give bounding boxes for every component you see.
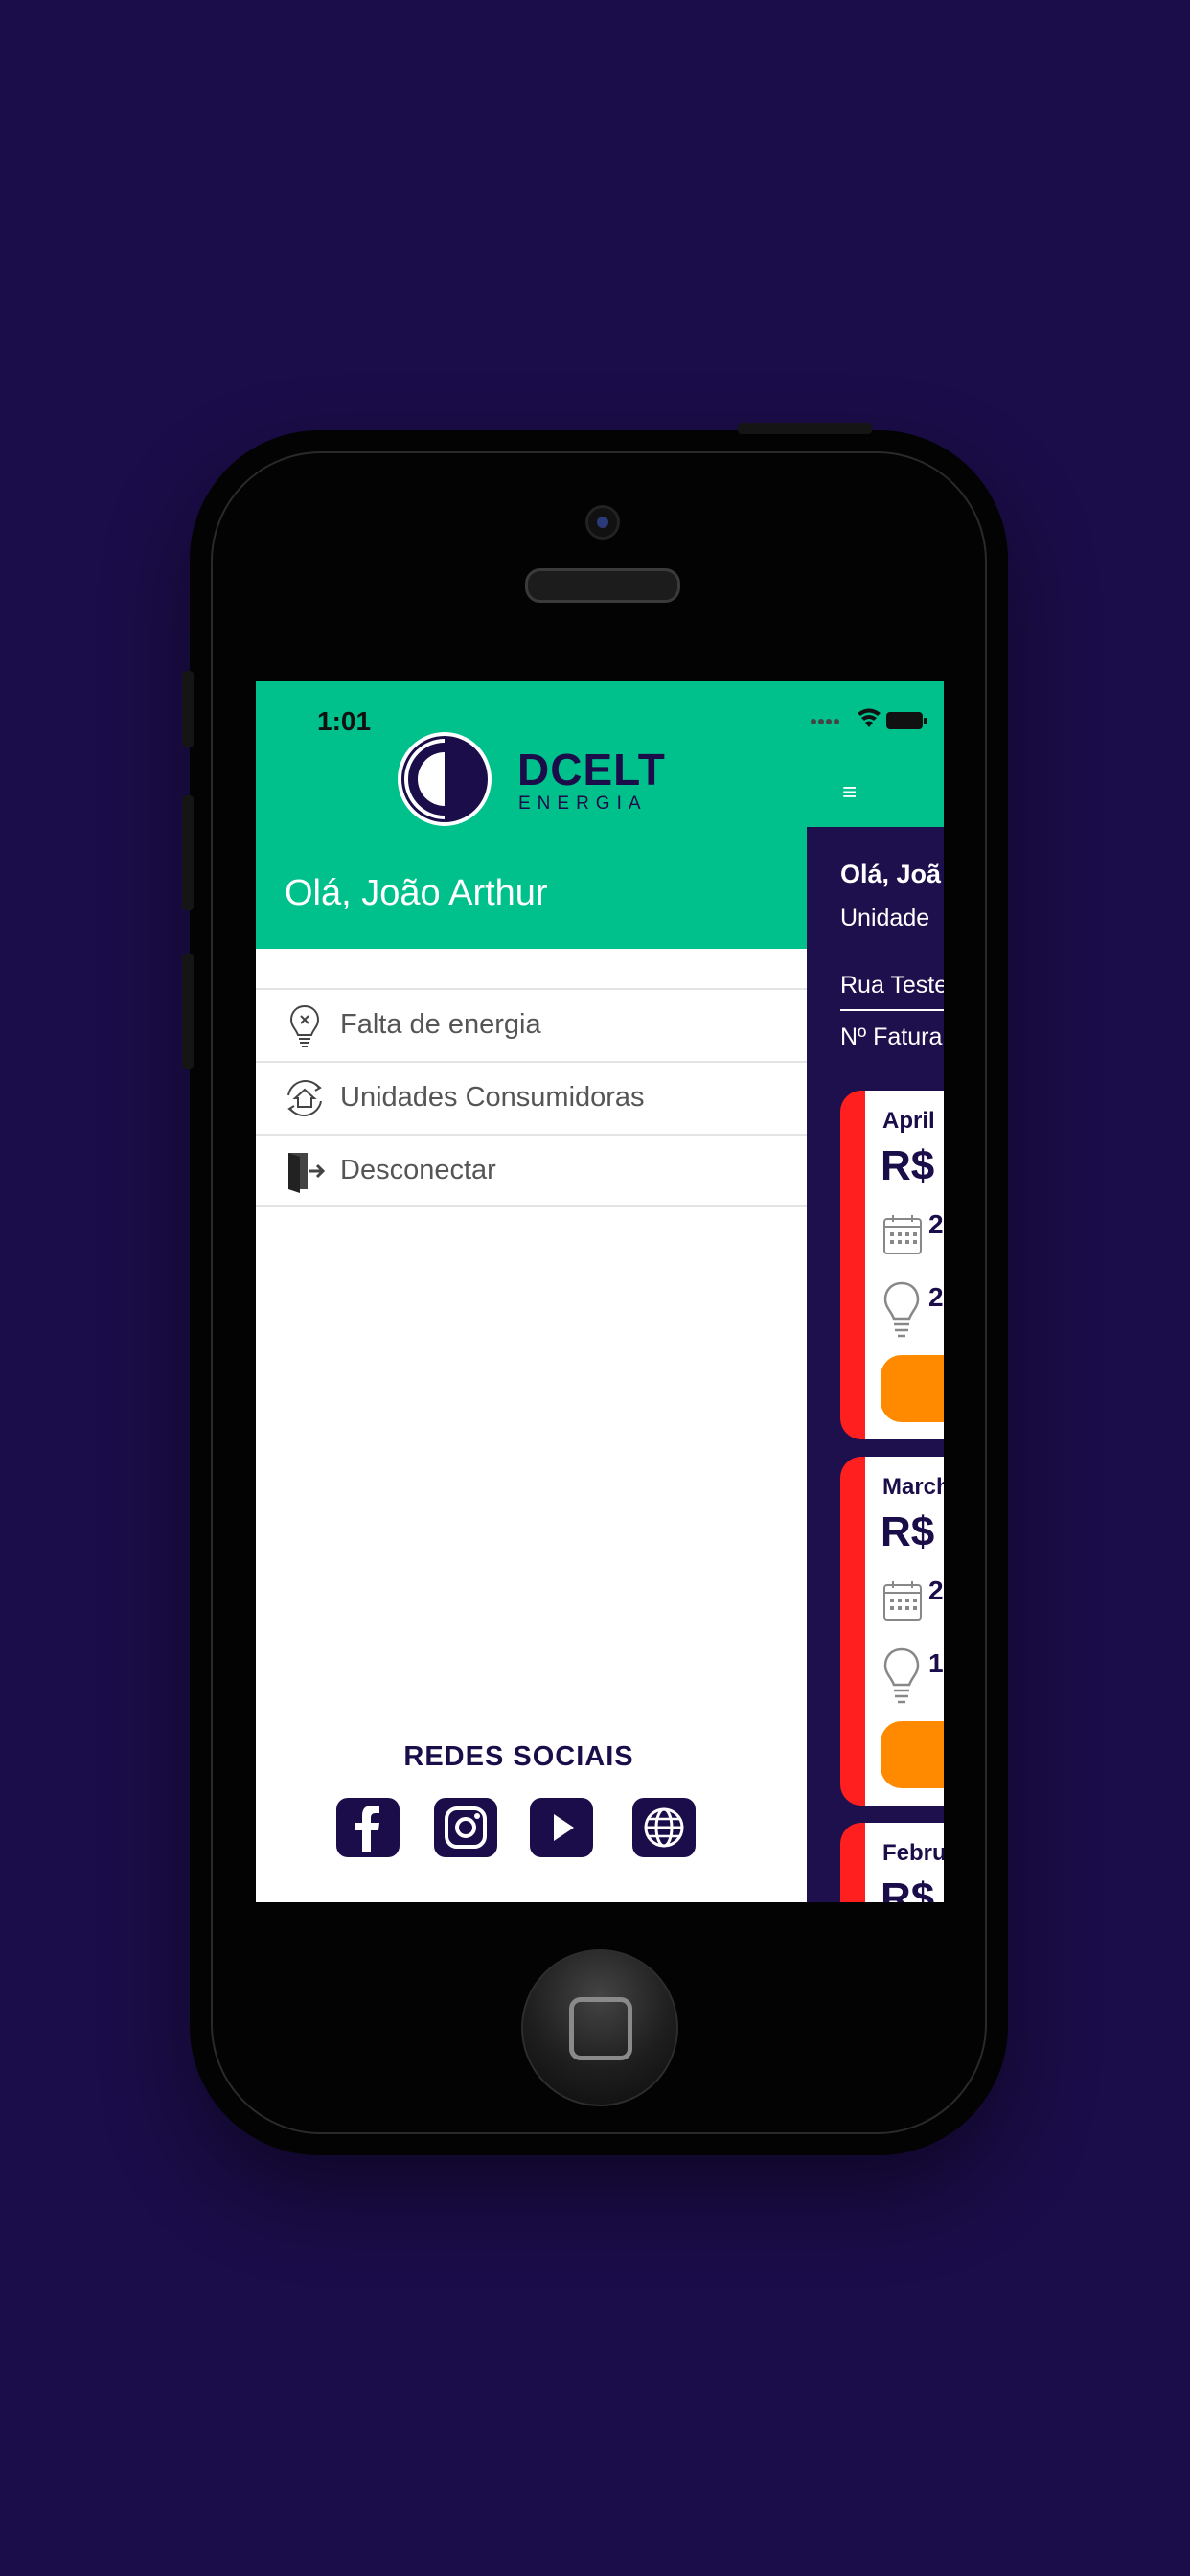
logo-brand: DCELT — [517, 745, 666, 794]
logo-mark-icon — [398, 732, 492, 826]
main-app: ≡ Olá, Joã Unidade Rua Teste Nº Fatura A… — [807, 681, 944, 1902]
volume-down-button — [182, 954, 194, 1069]
card-amount: R$ — [881, 1874, 935, 1902]
card-month: Febru — [882, 1840, 944, 1866]
menu-item-unidades-consumidoras[interactable]: Unidades Consumidoras — [256, 1061, 807, 1134]
drawer-greeting: Olá, João Arthur — [285, 873, 548, 913]
bulb-off-icon — [289, 1004, 320, 1047]
card-amount: R$ — [881, 1508, 935, 1555]
globe-icon[interactable] — [632, 1798, 696, 1857]
social-title: REDES SOCIAIS — [403, 1741, 634, 1772]
main-topbar: ≡ — [807, 681, 944, 827]
card-action-button[interactable] — [881, 1355, 944, 1422]
invoice-card[interactable]: April R$ 2 2 — [840, 1091, 944, 1439]
card-date-digit: 2 — [928, 1209, 944, 1239]
volume-up-button — [182, 795, 194, 910]
battery-icon — [886, 712, 927, 729]
menu-item-label: Unidades Consumidoras — [340, 1082, 645, 1113]
card-month: March — [882, 1474, 944, 1500]
card-consumption-digit: 2 — [928, 1282, 944, 1312]
main-address[interactable]: Rua Teste — [840, 972, 944, 1000]
card-amount: R$ — [881, 1142, 935, 1189]
facebook-icon[interactable] — [336, 1798, 400, 1857]
home-button[interactable] — [521, 1949, 678, 2106]
wifi-icon — [858, 708, 881, 727]
drawer-header: 1:01 DCELT ENERGIA Olá, João Arthur — [256, 681, 927, 949]
front-camera — [585, 505, 620, 540]
menu-item-label: Desconectar — [340, 1155, 496, 1185]
screen: ≡ Olá, Joã Unidade Rua Teste Nº Fatura A… — [256, 681, 944, 1902]
bulb-icon — [883, 1281, 920, 1338]
calendar-icon — [883, 1215, 922, 1254]
card-action-button[interactable] — [881, 1721, 944, 1788]
side-drawer: 1:01 DCELT ENERGIA Olá, João Arthur Falt… — [256, 681, 927, 1902]
address-underline — [840, 1009, 944, 1011]
main-unit-label: Unidade — [840, 905, 930, 932]
calendar-icon — [883, 1581, 922, 1621]
mute-switch — [182, 671, 194, 748]
card-date-digit: 2 — [928, 1576, 944, 1605]
status-icons — [811, 708, 927, 729]
card-month: April — [882, 1108, 935, 1134]
invoice-card[interactable]: Febru R$ — [840, 1823, 944, 1902]
youtube-icon[interactable] — [530, 1798, 593, 1857]
instagram-icon[interactable] — [434, 1798, 497, 1857]
hamburger-menu-icon[interactable]: ≡ — [842, 779, 857, 804]
menu-item-falta-energia[interactable]: Falta de energia — [256, 988, 807, 1061]
card-consumption-digit: 1 — [928, 1648, 944, 1678]
power-button — [738, 423, 872, 434]
earpiece-speaker — [525, 568, 680, 603]
menu-item-label: Falta de energia — [340, 1009, 541, 1040]
house-sync-icon — [287, 1080, 322, 1116]
menu-item-desconectar[interactable]: Desconectar — [256, 1134, 807, 1207]
drawer-menu: Falta de energia Unidades Consumidoras D… — [256, 988, 807, 1207]
signal-icon — [811, 719, 839, 724]
status-time: 1:01 — [317, 706, 372, 736]
dcelt-logo: DCELT ENERGIA — [398, 730, 666, 832]
main-invoice-label: Nº Fatura — [840, 1024, 943, 1050]
main-greeting: Olá, Joã — [840, 860, 942, 888]
logo-subtitle: ENERGIA — [518, 794, 648, 814]
logout-door-icon — [288, 1153, 326, 1193]
invoice-card[interactable]: March R$ 2 1 — [840, 1457, 944, 1806]
bulb-icon — [883, 1647, 920, 1704]
